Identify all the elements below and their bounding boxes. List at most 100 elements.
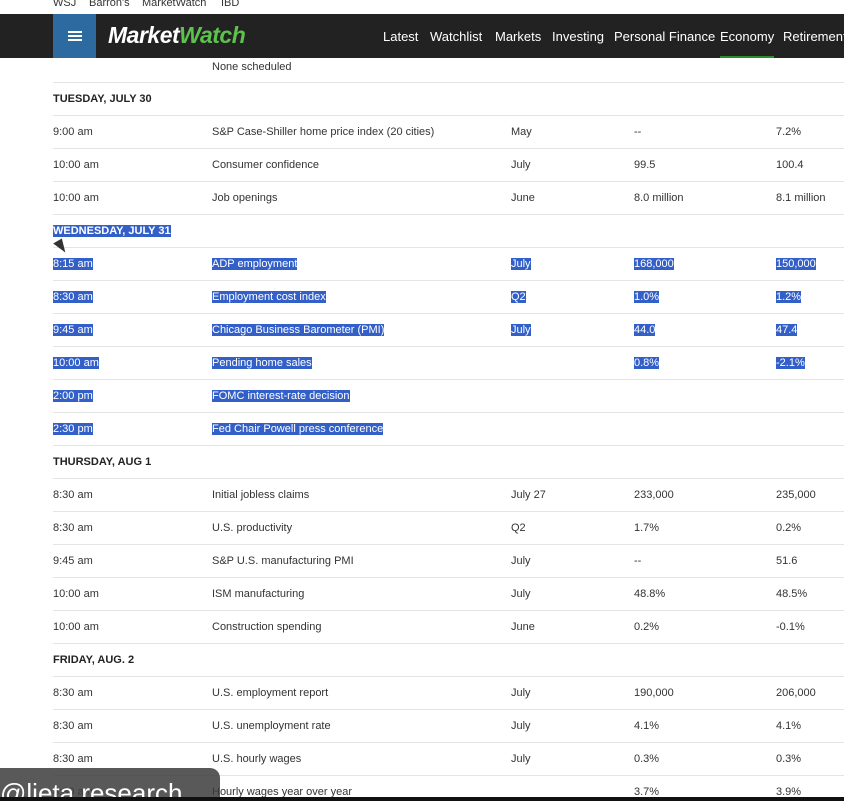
top-link-barrons[interactable]: Barron's: [89, 0, 130, 9]
time-cell: 8:30 am: [53, 290, 93, 303]
menu-button[interactable]: [53, 14, 96, 58]
report-cell: Hourly wages year over year: [212, 785, 353, 798]
previous-cell: 0.3%: [776, 752, 802, 765]
nav-latest[interactable]: Latest: [383, 29, 418, 44]
time-cell: 8:30 am: [53, 521, 93, 534]
date-header-row: FRIDAY, AUG. 2: [53, 643, 844, 677]
table-row: 8:30 am U.S. productivity Q2 1.7% 0.2%: [53, 511, 844, 545]
report-cell: Construction spending: [212, 620, 322, 633]
time-cell: 10:00 am: [53, 158, 99, 171]
report-cell: Job openings: [212, 191, 278, 204]
period-cell: July: [511, 257, 531, 270]
forecast-cell: 190,000: [634, 686, 674, 699]
table-row: 9:45 am S&P U.S. manufacturing PMI July -- 5…: [53, 544, 844, 578]
report-cell: Pending home sales: [212, 356, 312, 369]
time-cell: 10:00 am: [53, 587, 99, 600]
previous-cell: 3.9%: [776, 785, 802, 798]
watermark-text: @lieta.research: [0, 778, 183, 808]
report-cell: Fed Chair Powell press conference: [212, 422, 384, 435]
period-cell: July: [511, 587, 531, 600]
time-cell: 9:00 am: [53, 125, 93, 138]
table-row: 9:00 am S&P Case-Shiller home price index…: [53, 115, 844, 149]
table-row: 8:30 am U.S. unemployment rate July 4.1% 4.1…: [53, 709, 844, 743]
previous-cell: 51.6: [776, 554, 798, 567]
previous-cell: 206,000: [776, 686, 816, 699]
date-header: THURSDAY, AUG 1: [53, 455, 152, 468]
time-cell: 10:00 am: [53, 191, 99, 204]
table-row: 10:00 am Pending home sales 0.8% -2.1%: [53, 346, 844, 380]
period-cell: July: [511, 554, 531, 567]
period-cell: July: [511, 752, 531, 765]
forecast-cell: 8.0 million: [634, 191, 684, 204]
previous-cell: 4.1%: [776, 719, 802, 732]
time-cell: 8:30 am: [53, 752, 93, 765]
time-cell: 9:45 am: [53, 554, 93, 567]
previous-cell: 150,000: [776, 257, 816, 270]
forecast-cell: 4.1%: [634, 719, 660, 732]
forecast-cell: 0.8%: [634, 356, 660, 369]
period-cell: Q2: [511, 521, 526, 534]
forecast-cell: 3.7%: [634, 785, 660, 798]
period-cell: June: [511, 191, 535, 204]
time-cell: 2:00 pm: [53, 389, 93, 402]
top-link-wsj[interactable]: WSJ: [53, 0, 76, 9]
previous-cell: 7.2%: [776, 125, 802, 138]
report-cell: U.S. employment report: [212, 686, 329, 699]
forecast-cell: --: [634, 554, 642, 567]
table-row: 10:00 am ISM manufacturing July 48.8% 48.5%: [53, 577, 844, 611]
table-row: 2:00 pm FOMC interest-rate decision: [53, 379, 844, 413]
nav-economy[interactable]: Economy: [720, 29, 775, 58]
report-cell: Consumer confidence: [212, 158, 320, 171]
date-header-row: WEDNESDAY, JULY 31: [53, 214, 844, 248]
report-cell: ADP employment: [212, 257, 298, 270]
previous-cell: 47.4: [776, 323, 798, 336]
forecast-cell: 48.8%: [634, 587, 666, 600]
top-link-marketwatch[interactable]: MarketWatch: [142, 0, 206, 9]
date-header: FRIDAY, AUG. 2: [53, 653, 135, 666]
nav-personal-finance[interactable]: Personal Finance: [614, 29, 715, 44]
nav-markets[interactable]: Markets: [495, 29, 541, 44]
table-row: 10:00 am Consumer confidence July 99.5 100.4: [53, 148, 844, 182]
previous-cell: 235,000: [776, 488, 816, 501]
nav-retirement[interactable]: Retirement: [783, 29, 844, 44]
forecast-cell: 0.3%: [634, 752, 660, 765]
date-header-row: TUESDAY, JULY 30: [53, 82, 844, 116]
note-text: None scheduled: [212, 60, 292, 73]
previous-cell: 48.5%: [776, 587, 808, 600]
previous-cell: 0.2%: [776, 521, 802, 534]
report-cell: S&P U.S. manufacturing PMI: [212, 554, 354, 567]
period-cell: June: [511, 620, 535, 633]
time-cell: 8:15 am: [53, 257, 93, 270]
bottom-bar: [0, 797, 844, 801]
period-cell: July: [511, 158, 531, 171]
forecast-cell: 233,000: [634, 488, 674, 501]
nav-watchlist[interactable]: Watchlist: [430, 29, 482, 44]
date-header: TUESDAY, JULY 30: [53, 92, 152, 105]
top-link-ibd[interactable]: IBD: [221, 0, 239, 9]
time-cell: 8:30 am: [53, 719, 93, 732]
table-row: 8:30 am Initial jobless claims July 27 233,…: [53, 478, 844, 512]
time-cell: 8:30 am: [53, 686, 93, 699]
forecast-cell: 0.2%: [634, 620, 660, 633]
forecast-cell: 168,000: [634, 257, 674, 270]
report-cell: U.S. unemployment rate: [212, 719, 331, 732]
forecast-cell: 99.5: [634, 158, 656, 171]
table-row: 10:00 am Job openings June 8.0 million 8.1 m…: [53, 181, 844, 215]
report-cell: Initial jobless claims: [212, 488, 310, 501]
table-row: 2:30 pm Fed Chair Powell press conference: [53, 412, 844, 446]
date-header: WEDNESDAY, JULY 31: [53, 224, 171, 237]
forecast-cell: 44.0: [634, 323, 656, 336]
nav-investing[interactable]: Investing: [552, 29, 604, 44]
report-cell: S&P Case-Shiller home price index (20 ci…: [212, 125, 435, 138]
period-cell: Q2: [511, 290, 526, 303]
report-cell: FOMC interest-rate decision: [212, 389, 350, 402]
period-cell: July 27: [511, 488, 546, 501]
previous-cell: 8.1 million: [776, 191, 826, 204]
marketwatch-logo[interactable]: MarketWatch: [108, 22, 246, 49]
previous-cell: 1.2%: [776, 290, 802, 303]
period-cell: May: [511, 125, 532, 138]
time-cell: 8:30 am: [53, 488, 93, 501]
table-row: 8:30 am U.S. employment report July 190,000…: [53, 676, 844, 710]
period-cell: July: [511, 686, 531, 699]
main-navbar: MarketWatch Latest Watchlist Markets Inv…: [0, 14, 844, 58]
